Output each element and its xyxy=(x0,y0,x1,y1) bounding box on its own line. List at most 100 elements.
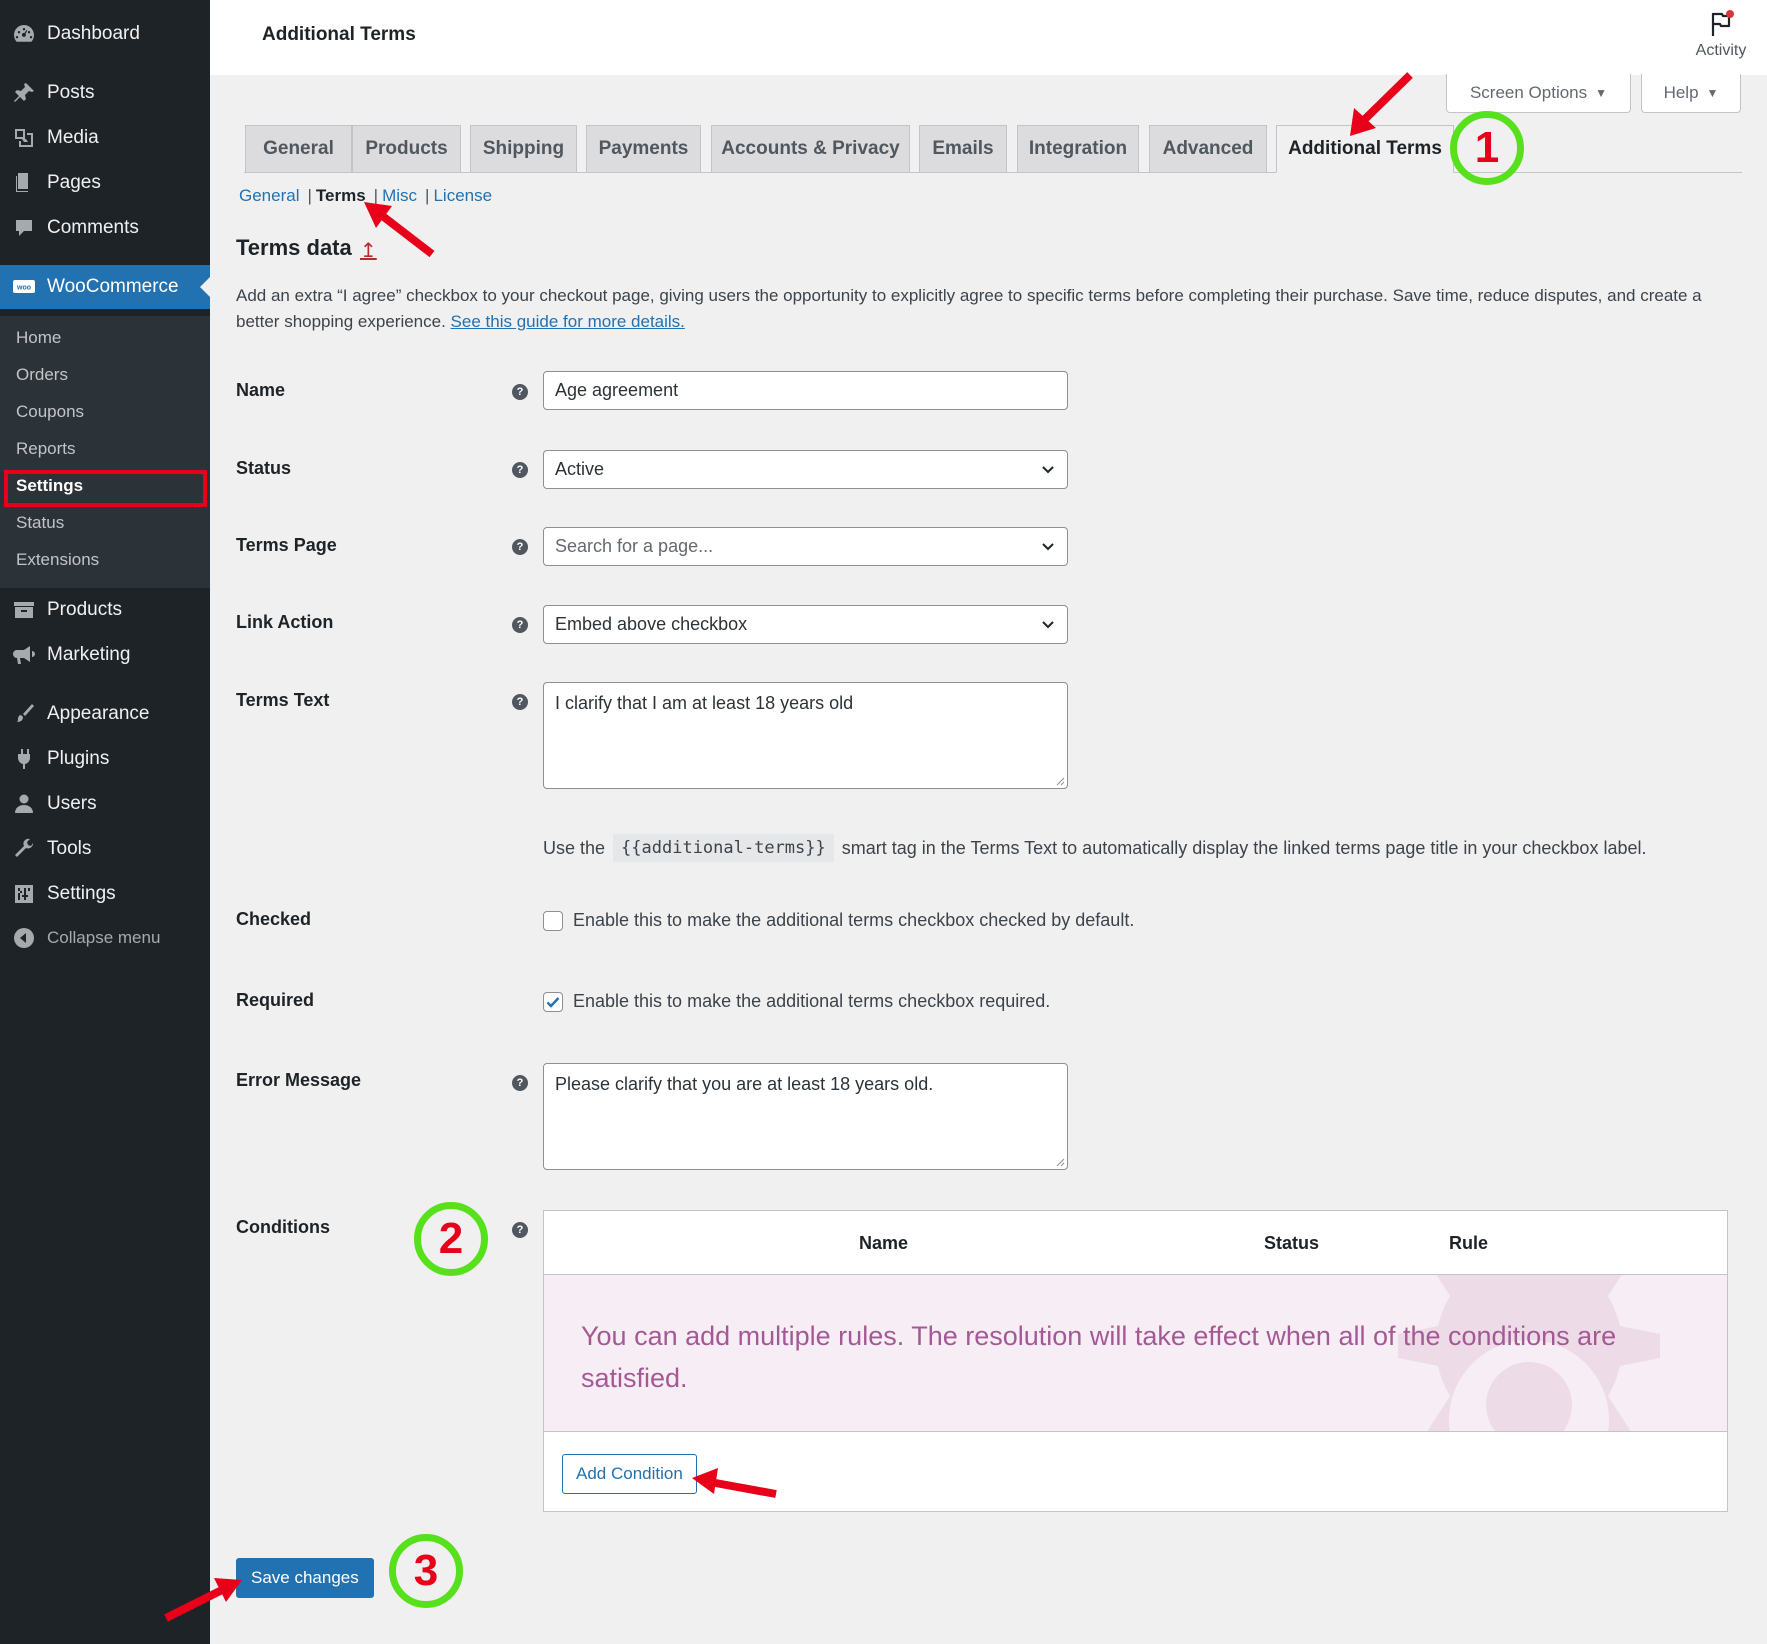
annotation-arrow-add-condition xyxy=(692,1468,777,1498)
sidebar-item-products[interactable]: Products xyxy=(0,590,210,630)
submenu-item-orders[interactable]: Orders xyxy=(16,365,68,385)
terms-page-placeholder: Search for a page... xyxy=(555,536,714,556)
activity-button[interactable]: Activity xyxy=(1689,10,1753,60)
tab-accounts-privacy[interactable]: Accounts & Privacy xyxy=(711,125,910,173)
link-action-value: Embed above checkbox xyxy=(555,614,748,634)
tab-products[interactable]: Products xyxy=(352,125,461,173)
submenu-item-coupons[interactable]: Coupons xyxy=(16,402,84,422)
sidebar-item-settings[interactable]: Settings xyxy=(0,874,210,914)
status-label: Status xyxy=(236,458,292,478)
sidebar-item-tools[interactable]: Tools xyxy=(0,829,210,869)
conditions-empty-state: You can add multiple rules. The resoluti… xyxy=(544,1275,1727,1432)
media-icon xyxy=(11,126,37,150)
sidebar-item-media[interactable]: Media xyxy=(0,118,210,158)
guide-link[interactable]: See this guide for more details. xyxy=(451,312,685,331)
sidebar-item-label: Plugins xyxy=(47,748,110,769)
chevron-down-icon xyxy=(1042,620,1054,628)
annotation-arrow-tabs xyxy=(1350,72,1413,136)
pin-icon xyxy=(11,81,37,105)
help-icon[interactable]: ? xyxy=(512,694,528,710)
tab-integration[interactable]: Integration xyxy=(1017,125,1139,173)
checked-row: Enable this to make the additional terms… xyxy=(543,910,1134,931)
resize-handle-icon[interactable] xyxy=(1055,776,1065,786)
tab-general[interactable]: General xyxy=(245,125,352,173)
settings-highlight-box xyxy=(4,470,207,507)
sidebar-item-label: Marketing xyxy=(47,644,131,665)
help-icon[interactable]: ? xyxy=(512,462,528,478)
name-label: Name xyxy=(236,380,286,400)
sidebar-item-label: WooCommerce xyxy=(47,276,179,297)
terms-text-textarea[interactable]: I clarify that I am at least 18 years ol… xyxy=(543,682,1068,789)
user-icon xyxy=(11,792,37,816)
top-bar: Additional Terms Activity xyxy=(210,0,1767,75)
triangle-down-icon: ▼ xyxy=(1595,86,1608,100)
subnav-license[interactable]: License xyxy=(433,186,492,206)
sidebar-item-label: Pages xyxy=(47,172,101,193)
sidebar-item-label: Products xyxy=(47,599,122,620)
terms-page-select[interactable]: Search for a page... xyxy=(543,527,1068,566)
sidebar-item-posts[interactable]: Posts xyxy=(0,73,210,113)
sidebar-item-users[interactable]: Users xyxy=(0,784,210,824)
sidebar-item-woocommerce[interactable]: woo WooCommerce xyxy=(0,265,210,309)
terms-text-label: Terms Text xyxy=(236,690,330,710)
sidebar-item-plugins[interactable]: Plugins xyxy=(0,739,210,779)
archive-icon xyxy=(11,598,37,622)
column-header-name: Name xyxy=(859,1233,909,1253)
help-icon[interactable]: ? xyxy=(512,1075,528,1091)
terms-page-label: Terms Page xyxy=(236,535,337,555)
help-button[interactable]: Help ▼ xyxy=(1641,74,1741,113)
help-icon[interactable]: ? xyxy=(512,617,528,633)
conditions-label: Conditions xyxy=(236,1217,330,1237)
error-message-value: Please clarify that you are at least 18 … xyxy=(555,1074,934,1094)
help-icon[interactable]: ? xyxy=(512,384,528,400)
subnav-terms[interactable]: Terms xyxy=(316,186,366,206)
subnav-separator: | xyxy=(307,186,312,205)
collapse-menu-button[interactable]: Collapse menu xyxy=(0,918,210,958)
error-message-textarea[interactable]: Please clarify that you are at least 18 … xyxy=(543,1063,1068,1170)
sidebar-item-label: Appearance xyxy=(47,703,150,724)
sidebar-item-pages[interactable]: Pages xyxy=(0,163,210,203)
smart-tag-code: {{additional-terms}} xyxy=(613,834,834,862)
annotation-circle-3: 3 xyxy=(389,1534,463,1608)
tab-advanced[interactable]: Advanced xyxy=(1149,125,1267,173)
tab-payments[interactable]: Payments xyxy=(586,125,701,173)
submenu-item-reports[interactable]: Reports xyxy=(16,439,76,459)
annotation-arrow-subnav xyxy=(364,202,435,258)
plug-icon xyxy=(11,747,37,771)
subnav-general[interactable]: General xyxy=(239,186,299,206)
svg-text:woo: woo xyxy=(16,285,31,292)
submenu-item-home[interactable]: Home xyxy=(16,328,61,348)
collapse-icon xyxy=(11,926,37,950)
sidebar-item-label: Media xyxy=(47,127,99,148)
submenu-item-status[interactable]: Status xyxy=(16,513,64,533)
tab-shipping[interactable]: Shipping xyxy=(470,125,577,173)
required-row: Enable this to make the additional terms… xyxy=(543,991,1050,1012)
name-input[interactable]: Age agreement xyxy=(543,371,1068,410)
submenu-item-extensions[interactable]: Extensions xyxy=(16,550,99,570)
status-select[interactable]: Active xyxy=(543,450,1068,489)
brush-icon xyxy=(11,702,37,726)
help-icon[interactable]: ? xyxy=(512,539,528,555)
chevron-down-icon xyxy=(1042,542,1054,550)
link-action-label: Link Action xyxy=(236,612,334,632)
save-changes-button[interactable]: Save changes xyxy=(236,1558,374,1598)
required-checkbox[interactable] xyxy=(543,991,563,1012)
sidebar-item-comments[interactable]: Comments xyxy=(0,208,210,248)
tab-emails[interactable]: Emails xyxy=(919,125,1007,173)
sidebar-item-marketing[interactable]: Marketing xyxy=(0,635,210,675)
help-icon[interactable]: ? xyxy=(512,1222,528,1238)
sidebar-item-dashboard[interactable]: Dashboard xyxy=(0,14,210,54)
error-message-label: Error Message xyxy=(236,1070,362,1090)
megaphone-icon xyxy=(11,643,37,667)
sidebar-item-appearance[interactable]: Appearance xyxy=(0,694,210,734)
screen-options-button[interactable]: Screen Options ▼ xyxy=(1446,74,1631,113)
checked-checkbox[interactable] xyxy=(543,910,563,931)
comment-icon xyxy=(11,216,37,240)
admin-sidebar: Dashboard Posts Media Pages Comments woo… xyxy=(0,0,210,1644)
terms-text-value: I clarify that I am at least 18 years ol… xyxy=(555,693,854,713)
smart-tag-note: Use the {{additional-terms}} smart tag i… xyxy=(543,834,1646,862)
link-action-select[interactable]: Embed above checkbox xyxy=(543,605,1068,644)
pages-icon xyxy=(11,171,37,195)
add-condition-button[interactable]: Add Condition xyxy=(562,1454,697,1494)
resize-handle-icon[interactable] xyxy=(1055,1157,1065,1167)
